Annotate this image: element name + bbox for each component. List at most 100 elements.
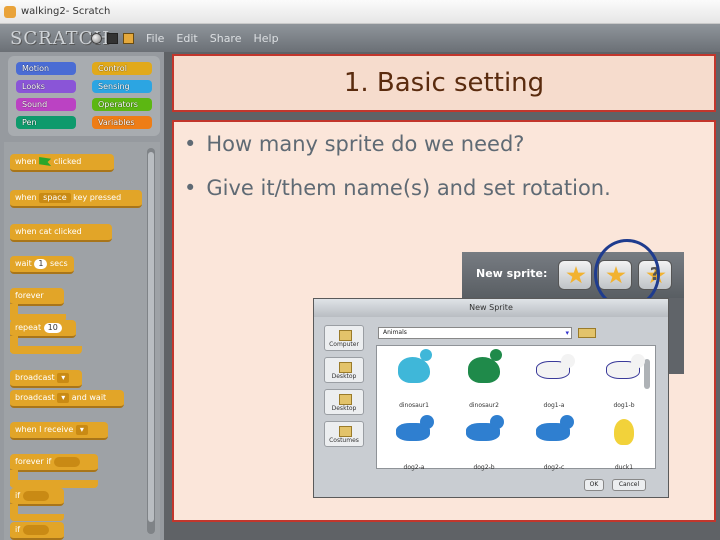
condition-slot[interactable] bbox=[53, 457, 80, 467]
category-sensing[interactable]: Sensing bbox=[92, 80, 152, 93]
block-forever[interactable]: forever bbox=[10, 288, 64, 306]
dog-sprite-icon bbox=[396, 415, 434, 441]
category-motion[interactable]: Motion bbox=[16, 62, 76, 75]
sprite-name: dog2-a bbox=[403, 464, 425, 471]
bullet-dot: • bbox=[184, 176, 197, 200]
sprite-thumbnail[interactable]: dog2-c bbox=[524, 413, 584, 473]
dino-sprite-icon bbox=[398, 349, 432, 383]
dog-sprite-icon bbox=[536, 354, 575, 379]
block-text: when I receive bbox=[15, 425, 74, 434]
category-control[interactable]: Control bbox=[92, 62, 152, 75]
location-partial[interactable]: Desktop bbox=[324, 357, 364, 383]
menu-bar: SCRATCH File Edit Share Help bbox=[0, 24, 720, 52]
green-flag-icon bbox=[39, 157, 52, 166]
bullet-item: • How many sprite do we need? bbox=[184, 132, 524, 156]
repeat-count-input[interactable]: 10 bbox=[43, 323, 62, 333]
block-text: key pressed bbox=[73, 193, 122, 202]
location-desktop[interactable]: Desktop bbox=[324, 389, 364, 415]
sprite-name: dog2-c bbox=[543, 464, 565, 471]
category-operators[interactable]: Operators bbox=[92, 98, 152, 111]
sprite-thumbnail[interactable]: dog1-b bbox=[594, 351, 654, 411]
slide: 1. Basic setting • How many sprite do we … bbox=[170, 52, 718, 524]
block-text: when bbox=[15, 193, 37, 202]
block-when-i-receive[interactable]: when I receive ▾ bbox=[10, 422, 108, 440]
broadcast-wait-dropdown[interactable]: ▾ bbox=[57, 393, 70, 403]
folder-up-icon[interactable] bbox=[578, 328, 596, 338]
sprite-name: dog1-b bbox=[613, 402, 635, 409]
block-forever-if[interactable]: forever if bbox=[10, 454, 98, 472]
block-text: and wait bbox=[71, 393, 107, 402]
menu-help[interactable]: Help bbox=[253, 32, 278, 45]
block-text: clicked bbox=[53, 157, 82, 166]
bullet-dot: • bbox=[184, 132, 197, 156]
save-icon[interactable] bbox=[107, 32, 118, 44]
condition-slot[interactable] bbox=[22, 491, 49, 501]
broadcast-dropdown[interactable]: ▾ bbox=[57, 373, 70, 383]
new-sprite-label: New sprite: bbox=[476, 267, 548, 280]
sprite-thumbnail[interactable]: dog2-a bbox=[384, 413, 444, 473]
block-palette: Motion Control Looks Sensing Sound Opera… bbox=[0, 52, 164, 540]
sprite-thumbnail[interactable]: dinosaur2 bbox=[454, 349, 514, 411]
paint-new-sprite-button[interactable] bbox=[558, 260, 592, 290]
category-looks[interactable]: Looks bbox=[16, 80, 76, 93]
category-selector: Motion Control Looks Sensing Sound Opera… bbox=[8, 56, 160, 136]
menu-share[interactable]: Share bbox=[210, 32, 242, 45]
condition-slot[interactable] bbox=[22, 525, 49, 535]
sprite-thumbnail[interactable]: dog2-b bbox=[454, 413, 514, 473]
block-wait-secs[interactable]: wait 1 secs bbox=[10, 256, 74, 274]
language-globe-icon[interactable] bbox=[91, 32, 102, 44]
share-icon[interactable] bbox=[123, 32, 134, 44]
palette-scroll-thumb[interactable] bbox=[148, 152, 154, 522]
block-broadcast-and-wait[interactable]: broadcast ▾ and wait bbox=[10, 390, 124, 408]
dino-sprite-icon bbox=[468, 349, 502, 383]
block-text: when bbox=[15, 157, 37, 166]
cancel-button[interactable]: Cancel bbox=[612, 479, 646, 491]
c-block-foot bbox=[10, 514, 64, 521]
block-when-flag-clicked[interactable]: when clicked bbox=[10, 154, 114, 172]
block-text: repeat bbox=[15, 323, 42, 332]
c-block-foot bbox=[10, 480, 98, 488]
category-sound[interactable]: Sound bbox=[16, 98, 76, 111]
category-pen[interactable]: Pen bbox=[16, 116, 76, 129]
block-text: secs bbox=[50, 259, 68, 268]
folder-dropdown[interactable]: Animals bbox=[378, 327, 572, 339]
key-dropdown[interactable]: space bbox=[39, 193, 71, 203]
dog-sprite-icon bbox=[466, 415, 504, 441]
block-text: wait bbox=[15, 259, 32, 268]
dialog-title: New Sprite bbox=[314, 299, 668, 317]
duck-sprite-icon bbox=[614, 419, 634, 445]
block-text: if bbox=[15, 491, 21, 500]
sprite-name: dog2-b bbox=[473, 464, 495, 471]
sprite-thumbnail[interactable]: dinosaur1 bbox=[384, 349, 444, 411]
location-costumes[interactable]: Costumes bbox=[324, 421, 364, 447]
slide-title-box: 1. Basic setting bbox=[172, 54, 716, 112]
new-sprite-dialog: New Sprite Computer Desktop Desktop Cost… bbox=[313, 298, 669, 498]
paint-star-icon bbox=[566, 266, 586, 284]
block-when-cat-clicked[interactable]: when cat clicked bbox=[10, 224, 112, 242]
window-title-bar: walking2- Scratch bbox=[0, 0, 720, 24]
sprite-name: dinosaur2 bbox=[469, 402, 499, 409]
bullet-text: How many sprite do we need? bbox=[206, 132, 525, 156]
sprite-thumbnail[interactable]: duck1 bbox=[594, 413, 654, 473]
scratch-logo: SCRATCH bbox=[10, 27, 111, 49]
bullet-text: Give it/them name(s) and set rotation. bbox=[206, 176, 611, 200]
category-variables[interactable]: Variables bbox=[92, 116, 152, 129]
receive-dropdown[interactable]: ▾ bbox=[75, 425, 88, 435]
block-if[interactable]: if bbox=[10, 488, 64, 506]
block-broadcast[interactable]: broadcast ▾ bbox=[10, 370, 82, 388]
location-computer[interactable]: Computer bbox=[324, 325, 364, 351]
block-repeat[interactable]: repeat 10 bbox=[10, 320, 76, 338]
menu-edit[interactable]: Edit bbox=[176, 32, 197, 45]
bullet-item: • Give it/them name(s) and set rotation. bbox=[184, 176, 611, 200]
block-if-else[interactable]: if bbox=[10, 522, 64, 540]
block-text: broadcast bbox=[15, 373, 55, 382]
sprite-thumbnail[interactable]: dog1-a bbox=[524, 351, 584, 411]
wait-seconds-input[interactable]: 1 bbox=[34, 259, 48, 269]
block-text: if bbox=[15, 525, 21, 534]
ok-button[interactable]: OK bbox=[584, 479, 604, 491]
block-when-key-pressed[interactable]: when space key pressed bbox=[10, 190, 142, 208]
block-text: broadcast bbox=[15, 393, 55, 402]
slide-title: 1. Basic setting bbox=[343, 68, 545, 98]
sprite-name: duck1 bbox=[614, 464, 634, 471]
menu-file[interactable]: File bbox=[146, 32, 164, 45]
